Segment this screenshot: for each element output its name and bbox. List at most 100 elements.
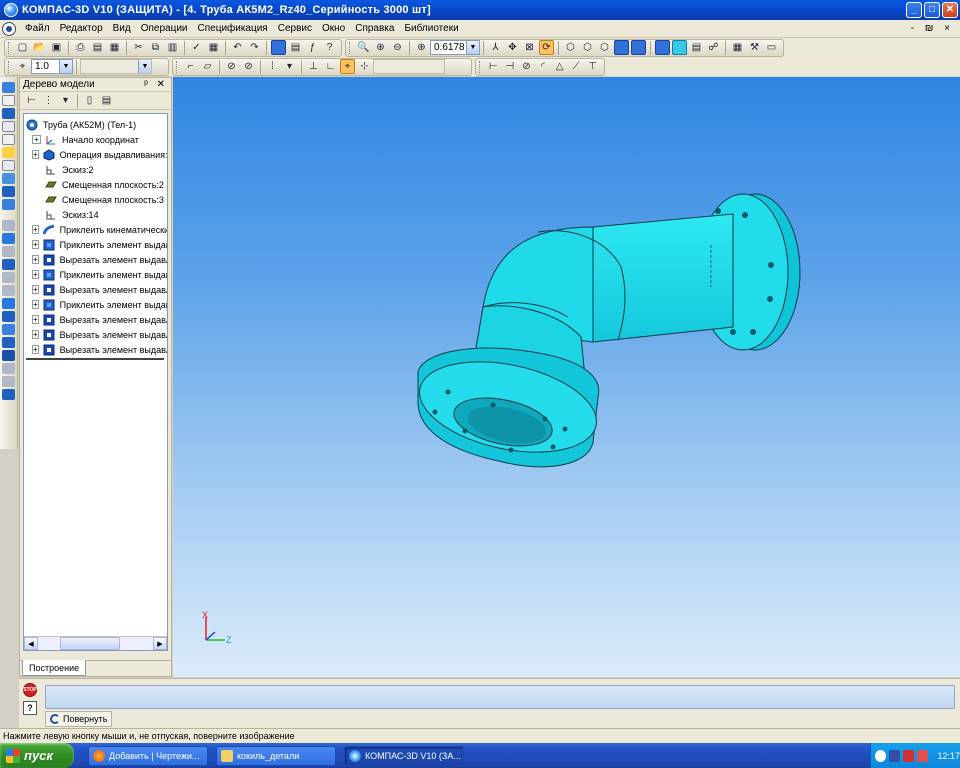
coordinate-field[interactable] — [373, 59, 445, 74]
maximize-button[interactable]: □ — [924, 2, 940, 18]
tree-node[interactable]: + Вырезать элемент выдавл — [24, 282, 167, 297]
menu-window[interactable]: Окно — [317, 23, 350, 34]
rotate-icon[interactable]: ⟳ — [539, 40, 554, 55]
help-icon[interactable]: ? — [23, 701, 37, 715]
document-icon[interactable] — [2, 21, 16, 36]
section-icon[interactable] — [672, 40, 687, 55]
tree-node[interactable]: + Приклеить элемент выдав — [24, 237, 167, 252]
halftone-icon[interactable] — [614, 40, 629, 55]
tree-show-icon[interactable]: ▯ — [82, 93, 97, 108]
menu-help[interactable]: Справка — [350, 23, 399, 34]
menu-service[interactable]: Сервис — [273, 23, 317, 34]
expand-icon[interactable]: + — [32, 270, 39, 279]
title-bar[interactable]: КОМПАС-3D V10 (ЗАЩИТА) - [4. Труба АК5М2… — [0, 0, 960, 20]
tree-node[interactable]: + Начало координат — [24, 132, 167, 147]
save-icon[interactable]: ▣ — [49, 40, 64, 55]
chevron-down-icon[interactable]: ▼ — [466, 41, 479, 54]
tray-back-icon[interactable] — [875, 749, 887, 762]
clock[interactable]: 12:17 — [937, 751, 960, 761]
manager-icon[interactable] — [271, 40, 286, 55]
zoom-scale-icon[interactable]: ⊕ — [414, 40, 429, 55]
measure-icon[interactable]: ☍ — [706, 40, 721, 55]
menu-specification[interactable]: Спецификация — [193, 23, 273, 34]
editing-details-icon[interactable] — [2, 82, 15, 93]
pan-icon[interactable]: ✥ — [505, 40, 520, 55]
fillet-tool-icon[interactable] — [2, 298, 15, 309]
scroll-right-icon[interactable]: ▶ — [153, 637, 167, 650]
dimensions-icon[interactable] — [2, 147, 15, 158]
rotate-tool-icon[interactable] — [2, 233, 15, 244]
toolbar-grip[interactable] — [8, 60, 11, 73]
tree-node[interactable]: + Операция выдавливания: — [24, 147, 167, 162]
line-dim-icon[interactable]: ⟋ — [569, 59, 584, 74]
tree-node[interactable]: + Вырезать элемент выдавл — [24, 312, 167, 327]
tab-construction[interactable]: Построение — [22, 660, 87, 676]
menu-operations[interactable]: Операции — [136, 23, 193, 34]
model-viewport[interactable]: X Z — [173, 77, 960, 677]
kinematic-tool-icon[interactable] — [2, 246, 15, 257]
expand-icon[interactable]: + — [32, 285, 39, 294]
specification-icon[interactable] — [2, 186, 15, 197]
task-browser[interactable]: Добавить | Чертежи... — [88, 745, 208, 766]
zoom-in-icon[interactable]: ⊕ — [373, 40, 388, 55]
angle-icon[interactable]: ∟ — [323, 59, 338, 74]
local-cs-icon[interactable]: ⌐ — [183, 59, 198, 74]
hole-tool-icon[interactable] — [2, 324, 15, 335]
expand-icon[interactable]: + — [32, 255, 39, 264]
rib-tool-icon[interactable] — [2, 350, 15, 361]
ortho-icon[interactable]: ⊥ — [306, 59, 321, 74]
preview-icon[interactable]: ▤ — [90, 40, 105, 55]
expand-icon[interactable]: + — [32, 135, 41, 144]
cut-rotate-tool-icon[interactable] — [2, 285, 15, 296]
antivirus-icon[interactable] — [903, 749, 915, 762]
redo-icon[interactable]: ↷ — [247, 40, 262, 55]
angle-dim-icon[interactable]: △ — [552, 59, 567, 74]
tree-structure-icon[interactable]: ⋮ — [41, 93, 56, 108]
snap-icon[interactable]: ⊘ — [241, 59, 256, 74]
radius-dim-icon[interactable]: ◜ — [536, 59, 551, 74]
auxiliary-geometry-icon[interactable] — [2, 134, 15, 145]
table-icon[interactable]: ▦ — [206, 40, 221, 55]
halftone-edges-icon[interactable] — [631, 40, 646, 55]
section-tool-icon[interactable] — [2, 376, 15, 387]
tree-node[interactable]: + Вырезать элемент выдавл — [24, 252, 167, 267]
new-file-icon[interactable]: ▢ — [15, 40, 30, 55]
toolbar-grip[interactable] — [479, 60, 482, 73]
panel-icon[interactable]: ▭ — [764, 40, 779, 55]
scroll-thumb[interactable] — [60, 637, 120, 650]
check-geometry-icon[interactable]: ⚒ — [747, 40, 762, 55]
tree-node[interactable]: + Приклеить кинематически — [24, 222, 167, 237]
expand-icon[interactable]: + — [32, 345, 39, 354]
zoom-combo[interactable]: 0.6178 ▼ — [430, 40, 480, 55]
chevron-down-icon[interactable]: ▼ — [138, 60, 151, 73]
plane-select-icon[interactable]: ▱ — [200, 59, 215, 74]
open-file-icon[interactable]: 📂 — [32, 40, 47, 55]
model-tree[interactable]: Труба (АК52М) (Тел-1) + Начало координат +… — [23, 113, 168, 651]
toolbar-grip[interactable] — [8, 41, 11, 54]
mdi-window-buttons[interactable]: - ₪ × — [911, 23, 954, 34]
library-icon[interactable]: ▤ — [288, 40, 303, 55]
cut-extrude-tool-icon[interactable] — [2, 272, 15, 283]
rotate-tab[interactable]: Повернуть — [45, 711, 113, 727]
mirror-tool-icon[interactable] — [2, 389, 15, 400]
check-icon[interactable]: ✓ — [189, 40, 204, 55]
expand-icon[interactable]: + — [32, 240, 39, 249]
undo-icon[interactable]: ↶ — [230, 40, 245, 55]
expand-icon[interactable]: + — [32, 225, 39, 234]
close-button[interactable]: ✕ — [942, 2, 958, 18]
loft-tool-icon[interactable] — [2, 259, 15, 270]
menu-file[interactable]: Файл — [20, 23, 55, 34]
panel-pin-close-buttons[interactable]: ᵖ ✕ — [144, 79, 168, 90]
tree-node[interactable]: + Приклеить элемент выдав — [24, 267, 167, 282]
expand-icon[interactable]: + — [32, 150, 39, 159]
toolbar-grip[interactable] — [176, 60, 179, 73]
expand-icon[interactable]: + — [32, 300, 39, 309]
step-combo[interactable]: 1.0 ▼ — [31, 59, 73, 74]
reports-icon[interactable] — [2, 199, 15, 210]
arrays-icon[interactable] — [2, 121, 15, 132]
coords-icon[interactable]: ⊹ — [357, 59, 372, 74]
menu-view[interactable]: Вид — [108, 23, 136, 34]
task-kompas[interactable]: КОМПАС-3D V10 (ЗА... — [344, 745, 464, 766]
spatial-curves-icon[interactable] — [2, 95, 15, 106]
extrude-tool-icon[interactable] — [2, 220, 15, 231]
